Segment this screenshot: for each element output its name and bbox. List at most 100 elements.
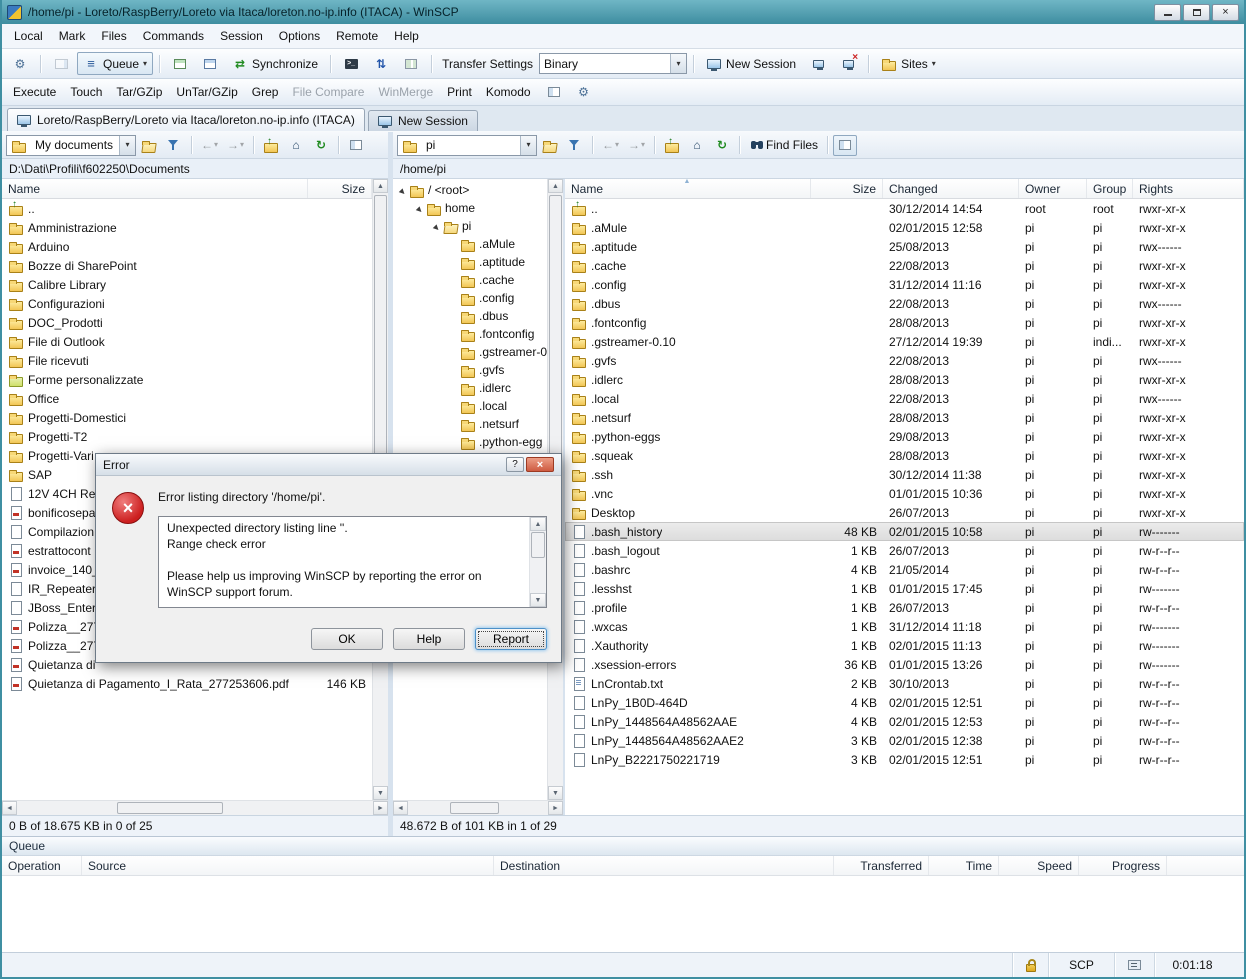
menu-item[interactable]: Mark [51, 26, 94, 46]
file-row[interactable]: .gvfs 22/08/2013 pi pi rwx------ [565, 351, 1244, 370]
column-header-rights[interactable]: Rights [1133, 179, 1244, 198]
file-row[interactable]: LnPy_1448564A48562AAE 4 KB 02/01/2015 12… [565, 712, 1244, 731]
scrollbar-thumb[interactable] [450, 802, 499, 814]
maximize-button[interactable] [1183, 4, 1210, 21]
file-row[interactable]: .netsurf 28/08/2013 pi pi rwxr-xr-x [565, 408, 1244, 427]
custom-command-button[interactable]: Execute [6, 83, 63, 101]
menu-item[interactable]: Session [212, 26, 271, 46]
queue-column-time[interactable]: Time [929, 856, 999, 875]
details-scrollbar[interactable]: ▲ ▼ [529, 517, 546, 607]
synchronize-button[interactable]: ⇄ Synchronize [226, 52, 324, 75]
preferences-button[interactable]: ⚙ [6, 52, 34, 75]
home-directory-button[interactable]: ⌂ [284, 135, 308, 156]
tree-node[interactable]: .netsurf [393, 415, 547, 433]
menu-item[interactable]: Files [93, 26, 134, 46]
tab-new-session[interactable]: New Session [368, 110, 478, 131]
queue-column-destination[interactable]: Destination [494, 856, 834, 875]
file-row[interactable]: Desktop 26/07/2013 pi pi rwxr-xr-x [565, 503, 1244, 522]
file-row[interactable]: .xsession-errors 36 KB 01/01/2015 13:26 … [565, 655, 1244, 674]
resize-grip[interactable] [1230, 953, 1244, 977]
file-row[interactable]: .python-eggs 29/08/2013 pi pi rwxr-xr-x [565, 427, 1244, 446]
file-row[interactable]: .ssh 30/12/2014 11:38 pi pi rwxr-xr-x [565, 465, 1244, 484]
custom-command-button[interactable]: Komodo [479, 83, 538, 101]
file-row[interactable]: .gstreamer-0.10 27/12/2014 19:39 pi indi… [565, 332, 1244, 351]
tree-node[interactable]: .config [393, 289, 547, 307]
file-row[interactable]: LnPy_1448564A48562AAE2 3 KB 02/01/2015 1… [565, 731, 1244, 750]
tree-node[interactable]: .local [393, 397, 547, 415]
file-row[interactable]: Amministrazione [2, 218, 372, 237]
menu-item[interactable]: Remote [328, 26, 386, 46]
file-row[interactable]: .. [2, 199, 372, 218]
back-button[interactable]: ←▾ [197, 135, 222, 156]
menu-item[interactable]: Commands [135, 26, 212, 46]
dialog-help-button[interactable]: ? [506, 457, 524, 472]
file-row[interactable]: .idlerc 28/08/2013 pi pi rwxr-xr-x [565, 370, 1244, 389]
refresh-button[interactable]: ↻ [710, 135, 734, 156]
dialog-title-bar[interactable]: Error ? × [96, 454, 561, 476]
file-row[interactable]: .aptitude 25/08/2013 pi pi rwx------ [565, 237, 1244, 256]
tree-node[interactable]: .aptitude [393, 253, 547, 271]
scroll-down-button[interactable]: ▼ [530, 593, 546, 607]
menu-item[interactable]: Options [271, 26, 328, 46]
custom-command-button[interactable]: Grep [245, 83, 286, 101]
filter-button[interactable] [563, 135, 587, 156]
expander-icon[interactable] [414, 201, 426, 215]
scroll-right-button[interactable]: ► [548, 801, 563, 815]
file-row[interactable]: .bashrc 4 KB 21/05/2014 pi pi rw-r--r-- [565, 560, 1244, 579]
file-row[interactable]: .profile 1 KB 26/07/2013 pi pi rw-r--r-- [565, 598, 1244, 617]
file-row[interactable]: .lesshst 1 KB 01/01/2015 17:45 pi pi rw-… [565, 579, 1244, 598]
open-directory-button[interactable] [538, 135, 562, 156]
sites-button[interactable]: Sites ▾ [875, 52, 942, 75]
scrollbar-thumb[interactable] [549, 195, 562, 492]
protocol-status-cell[interactable]: SCP [1048, 953, 1114, 977]
synchronize-browsing-button[interactable] [166, 52, 194, 75]
column-header-name[interactable]: Name [2, 179, 308, 198]
tree-node[interactable]: .gstreamer-0 [393, 343, 547, 361]
customize-commands-button[interactable]: ⚙ [570, 81, 598, 104]
file-row[interactable]: .squeak 28/08/2013 pi pi rwxr-xr-x [565, 446, 1244, 465]
queue-button[interactable]: ≡ Queue ▾ [77, 52, 153, 75]
column-header-group[interactable]: Group [1087, 179, 1133, 198]
tree-node[interactable]: .fontconfig [393, 325, 547, 343]
show-queue-panel-button[interactable] [47, 52, 75, 75]
file-row[interactable]: LnCrontab.txt 2 KB 30/10/2013 pi pi rw-r… [565, 674, 1244, 693]
encryption-status-cell[interactable] [1012, 953, 1048, 977]
home-directory-button[interactable]: ⌂ [685, 135, 709, 156]
column-header-owner[interactable]: Owner [1019, 179, 1087, 198]
back-button[interactable]: ←▾ [598, 135, 623, 156]
tree-node[interactable]: .gvfs [393, 361, 547, 379]
queue-column-speed[interactable]: Speed [999, 856, 1079, 875]
remote-tree-toggle-button[interactable] [833, 135, 857, 156]
scroll-up-button[interactable]: ▲ [548, 179, 563, 193]
find-files-button[interactable]: Find Files [745, 135, 822, 156]
file-row[interactable]: File di Outlook [2, 332, 372, 351]
panel-layout-button[interactable] [397, 52, 425, 75]
local-tree-toggle-button[interactable] [344, 135, 368, 156]
queue-column-progress[interactable]: Progress [1079, 856, 1167, 875]
forward-button[interactable]: →▾ [624, 135, 649, 156]
help-button[interactable]: Help [393, 628, 465, 650]
combo-dropdown-button[interactable]: ▾ [119, 136, 135, 155]
file-row[interactable]: Quietanza di Pagamento_I_Rata_277253606.… [2, 674, 372, 693]
parent-directory-button[interactable] [259, 135, 283, 156]
file-row[interactable]: Bozze di SharePoint [2, 256, 372, 275]
custom-command-button[interactable]: WinMerge [371, 83, 440, 101]
open-directory-button[interactable] [137, 135, 161, 156]
file-row[interactable]: .aMule 02/01/2015 12:58 pi pi rwxr-xr-x [565, 218, 1244, 237]
queue-column-source[interactable]: Source [82, 856, 494, 875]
custom-command-button[interactable]: Tar/GZip [109, 83, 169, 101]
file-row[interactable]: DOC_Prodotti [2, 313, 372, 332]
file-row[interactable]: Calibre Library [2, 275, 372, 294]
custom-command-button[interactable]: Touch [63, 83, 109, 101]
scrollbar-thumb[interactable] [531, 532, 545, 558]
file-row[interactable]: .cache 22/08/2013 pi pi rwxr-xr-x [565, 256, 1244, 275]
file-row[interactable]: .local 22/08/2013 pi pi rwx------ [565, 389, 1244, 408]
tree-node[interactable]: pi [393, 217, 547, 235]
transfer-settings-select[interactable]: Binary ▾ [539, 53, 687, 74]
menu-item[interactable]: Local [6, 26, 51, 46]
queue-column-transferred[interactable]: Transferred [834, 856, 929, 875]
dialog-close-button[interactable]: × [526, 457, 554, 472]
parent-directory-button[interactable] [660, 135, 684, 156]
scroll-down-button[interactable]: ▼ [373, 786, 388, 800]
new-session-button[interactable]: New Session [700, 52, 802, 75]
